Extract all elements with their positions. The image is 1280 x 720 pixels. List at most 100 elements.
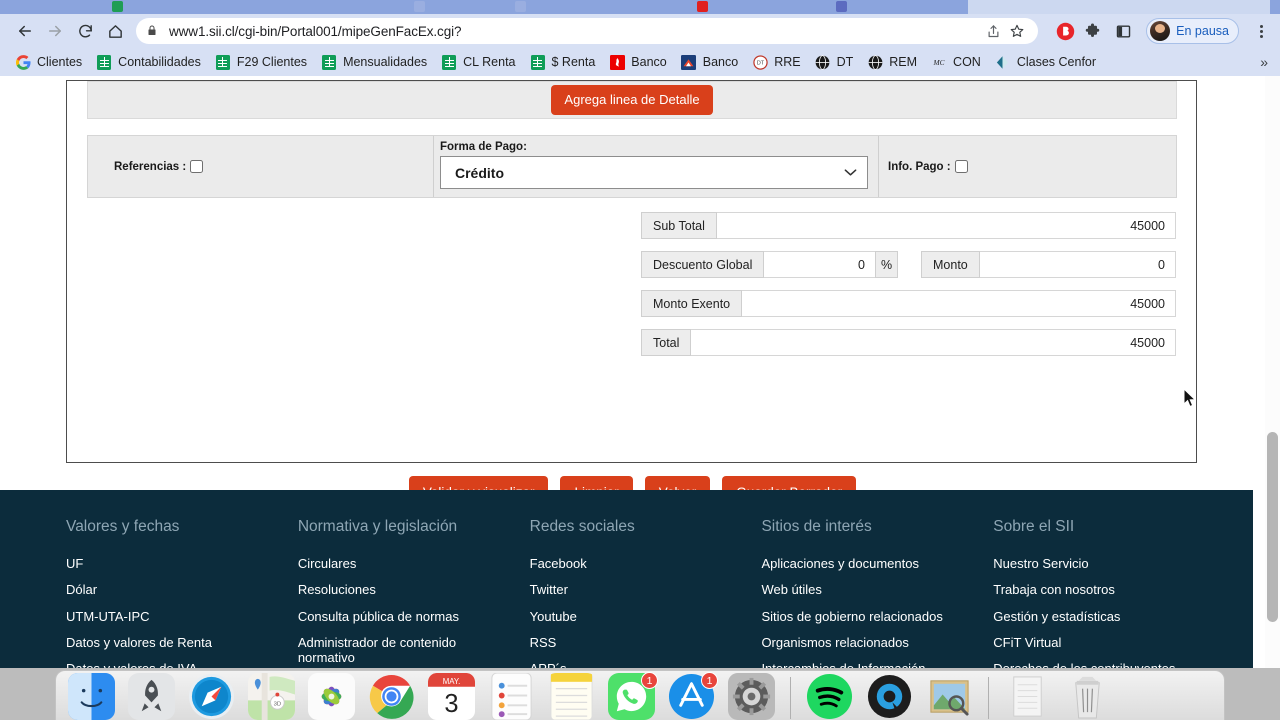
tab-group-right[interactable] xyxy=(1270,0,1280,14)
footer-link[interactable]: CFiT Virtual xyxy=(993,635,1237,650)
forma-pago-select[interactable]: Crédito xyxy=(440,156,868,189)
descuento-global-label: Descuento Global xyxy=(641,251,765,278)
bookmark-rem[interactable]: REM xyxy=(860,51,924,73)
dock-item-photos[interactable] xyxy=(306,673,357,720)
bookmark-clases-cenfor[interactable]: Clases Cenfor xyxy=(988,51,1103,73)
footer-link[interactable]: APP´s xyxy=(530,661,746,668)
totals-section: Sub Total 45000 Descuento Global 0 % Mon… xyxy=(641,212,1176,368)
sheets-icon xyxy=(530,54,546,70)
footer-link[interactable]: RSS xyxy=(530,635,746,650)
dock-item-safari[interactable] xyxy=(186,673,237,720)
bookmark-dt[interactable]: DT xyxy=(808,51,861,73)
forward-icon[interactable] xyxy=(40,16,70,46)
footer-link[interactable]: Dólar xyxy=(66,582,282,597)
bookmark-contabilidades[interactable]: Contabilidades xyxy=(89,51,208,73)
dock-item-chrome[interactable] xyxy=(366,673,417,720)
footer-link[interactable]: Organismos relacionados xyxy=(761,635,977,650)
dock-item-reminders[interactable] xyxy=(486,673,537,720)
add-line-row: Agrega linea de Detalle xyxy=(87,81,1177,119)
bookmark-star-icon[interactable] xyxy=(1006,20,1028,42)
tab-favicon-blue xyxy=(836,1,847,12)
bookmark-con[interactable]: MC CON xyxy=(924,51,988,73)
sheets-icon xyxy=(96,54,112,70)
page-scrollbar-thumb[interactable] xyxy=(1267,432,1278,622)
footer-link[interactable]: UF xyxy=(66,556,282,571)
bookmark-renta[interactable]: $ Renta xyxy=(523,51,603,73)
footer-link[interactable]: Nuestro Servicio xyxy=(993,556,1237,571)
footer-link[interactable]: Derechos de los contribuyentes xyxy=(993,661,1237,668)
footer-link[interactable]: Resoluciones xyxy=(298,582,514,597)
bookmark-label: Clientes xyxy=(37,55,83,69)
bookmark-mensualidades[interactable]: Mensualidades xyxy=(314,51,434,73)
footer-column-redes-sociales: Redes sociales Facebook Twitter Youtube … xyxy=(530,518,762,668)
descuento-global-value[interactable]: 0 xyxy=(764,251,875,278)
bookmark-f29-clientes[interactable]: F29 Clientes xyxy=(208,51,314,73)
footer-link[interactable]: Facebook xyxy=(530,556,746,571)
dock-item-calendar[interactable]: MAY. 3 xyxy=(426,673,477,720)
add-detail-line-button[interactable]: Agrega linea de Detalle xyxy=(551,84,713,116)
footer-link[interactable]: Youtube xyxy=(530,609,746,624)
bookmark-clientes[interactable]: Clientes xyxy=(8,51,89,73)
footer-link[interactable]: Aplicaciones y documentos xyxy=(761,556,977,571)
reload-icon[interactable] xyxy=(70,16,100,46)
dock-item-system-preferences[interactable] xyxy=(726,673,777,720)
info-pago-checkbox[interactable] xyxy=(954,160,968,173)
referencias-label: Referencias : xyxy=(114,160,187,173)
dock-item-trash[interactable] xyxy=(1062,673,1113,720)
tab-active[interactable] xyxy=(968,0,1270,14)
sidepanel-icon[interactable] xyxy=(1113,21,1133,41)
dock-item-downloads-stack[interactable] xyxy=(1002,673,1053,720)
footer-column-normativa-y-legislacion: Normativa y legislación Circulares Resol… xyxy=(298,518,530,668)
footer-link[interactable]: Gestión y estadísticas xyxy=(993,609,1237,624)
page-scrollbar-track[interactable] xyxy=(1265,76,1280,668)
footer-link[interactable]: Consulta pública de normas xyxy=(298,609,514,624)
avatar xyxy=(1150,21,1171,41)
dock-item-app-store[interactable]: 1 xyxy=(666,672,718,720)
dock-item-whatsapp[interactable]: 1 xyxy=(606,672,658,720)
footer-link[interactable]: Administrador de contenido normativo xyxy=(298,635,514,666)
footer-link[interactable]: Twitter xyxy=(530,582,746,597)
dock-item-notes[interactable] xyxy=(546,673,597,720)
dock-item-launchpad[interactable] xyxy=(126,673,177,720)
footer-link[interactable]: UTM-UTA-IPC xyxy=(66,609,282,624)
referencias-checkbox[interactable] xyxy=(190,160,204,173)
whatsapp-badge: 1 xyxy=(641,672,658,689)
dock-item-spotify[interactable] xyxy=(804,673,855,720)
chrome-menu-icon[interactable] xyxy=(1252,24,1270,38)
dock-item-preview[interactable] xyxy=(924,673,975,720)
bookmarks-overflow-icon[interactable]: » xyxy=(1260,54,1272,70)
profile-chip[interactable]: En pausa xyxy=(1146,18,1239,44)
monto-exento-label: Monto Exento xyxy=(641,290,743,317)
address-bar[interactable]: www1.sii.cl/cgi-bin/Portal001/mipeGenFac… xyxy=(136,18,1039,44)
percent-suffix: % xyxy=(875,251,898,278)
bookmark-cl-renta[interactable]: CL Renta xyxy=(434,51,522,73)
dock-item-maps[interactable]: 3D xyxy=(246,673,297,720)
adblock-icon[interactable] xyxy=(1055,21,1075,41)
dock-item-quicktime[interactable] xyxy=(864,673,915,720)
footer-link[interactable]: Datos y valores de Renta xyxy=(66,635,282,650)
monto-exento-value[interactable]: 45000 xyxy=(742,290,1176,317)
extensions-puzzle-icon[interactable] xyxy=(1084,21,1104,41)
bookmark-label: RRE xyxy=(774,55,801,69)
tab-group-left[interactable] xyxy=(0,0,968,14)
back-icon[interactable] xyxy=(10,16,40,46)
bank-icon xyxy=(681,54,697,70)
bookmark-banco-chile[interactable]: Banco xyxy=(674,51,745,73)
footer-link[interactable]: Intercambios de Información xyxy=(761,661,977,668)
subtotal-value[interactable]: 45000 xyxy=(716,212,1176,239)
share-icon[interactable] xyxy=(982,20,1004,42)
footer-link[interactable]: Trabaja con nosotros xyxy=(993,582,1237,597)
footer-link[interactable]: Sitios de gobierno relacionados xyxy=(761,609,977,624)
referencias-cell: Referencias : xyxy=(88,136,434,197)
bookmark-rre[interactable]: DT RRE xyxy=(745,51,807,73)
home-icon[interactable] xyxy=(100,16,130,46)
footer-link[interactable]: Datos y valores de IVA xyxy=(66,661,282,668)
payment-row: Referencias : Forma de Pago: Crédito Inf… xyxy=(87,135,1177,198)
bookmark-banco-santander[interactable]: Banco xyxy=(602,51,673,73)
footer-link[interactable]: Circulares xyxy=(298,556,514,571)
footer-link[interactable]: Web útiles xyxy=(761,582,977,597)
total-value[interactable]: 45000 xyxy=(691,329,1176,356)
bookmark-label: Banco xyxy=(631,55,667,69)
monto-value[interactable]: 0 xyxy=(979,251,1176,278)
dock-item-finder[interactable] xyxy=(66,673,117,720)
